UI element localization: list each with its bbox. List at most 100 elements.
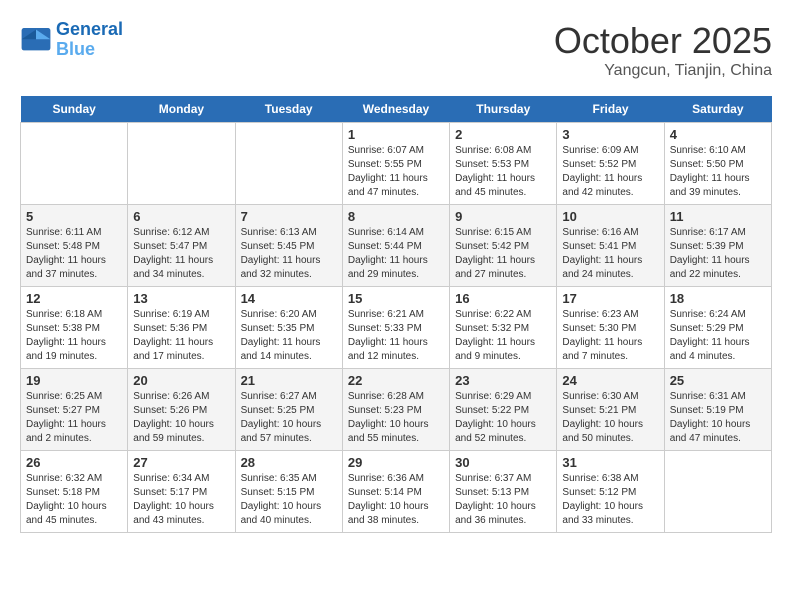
logo-text: General Blue [56, 20, 123, 60]
cell-info: Sunrise: 6:24 AMSunset: 5:29 PMDaylight:… [670, 308, 766, 364]
calendar-cell: 27 Sunrise: 6:34 AMSunset: 5:17 PMDayligh… [128, 451, 235, 533]
week-row-2: 5Sunrise: 6:11 AMSunset: 5:48 PMDaylight… [21, 205, 772, 287]
cell-info: Sunrise: 6:37 AMSunset: 5:13 PMDaylight:… [455, 472, 551, 528]
day-header-row: SundayMondayTuesdayWednesdayThursdayFrid… [21, 96, 772, 123]
cell-info: Sunrise: 6:20 AMSunset: 5:35 PMDaylight:… [241, 308, 337, 364]
date-number: 8 [348, 209, 444, 224]
cell-info: Sunrise: 6:08 AMSunset: 5:53 PMDaylight:… [455, 144, 551, 200]
calendar-cell: 12Sunrise: 6:18 AMSunset: 5:38 PMDayligh… [21, 287, 128, 369]
cell-info: Sunrise: 6:18 AMSunset: 5:38 PMDaylight:… [26, 308, 122, 364]
calendar-cell: 31 Sunrise: 6:38 AMSunset: 5:12 PMDayligh… [557, 451, 664, 533]
calendar-cell [235, 123, 342, 205]
calendar-cell: 22 Sunrise: 6:28 AMSunset: 5:23 PMDayligh… [342, 369, 449, 451]
cell-info: Sunrise: 6:07 AMSunset: 5:55 PMDaylight:… [348, 144, 444, 200]
calendar-cell: 7Sunrise: 6:13 AMSunset: 5:45 PMDaylight… [235, 205, 342, 287]
week-row-5: 26 Sunrise: 6:32 AMSunset: 5:18 PMDayligh… [21, 451, 772, 533]
calendar-cell: 14Sunrise: 6:20 AMSunset: 5:35 PMDayligh… [235, 287, 342, 369]
cell-info: Sunrise: 6:34 AMSunset: 5:17 PMDaylight:… [133, 472, 229, 528]
cell-info: Sunrise: 6:29 AMSunset: 5:22 PMDaylight:… [455, 390, 551, 446]
cell-info: Sunrise: 6:22 AMSunset: 5:32 PMDaylight:… [455, 308, 551, 364]
calendar-cell: 10 Sunrise: 6:16 AMSunset: 5:41 PMDayligh… [557, 205, 664, 287]
calendar-cell: 30 Sunrise: 6:37 AMSunset: 5:13 PMDayligh… [450, 451, 557, 533]
date-number: 22 [348, 373, 444, 388]
cell-info: Sunrise: 6:16 AMSunset: 5:41 PMDaylight:… [562, 226, 658, 282]
calendar-cell: 8 Sunrise: 6:14 AMSunset: 5:44 PMDaylight… [342, 205, 449, 287]
logo-icon [20, 26, 52, 54]
date-number: 25 [670, 373, 766, 388]
calendar-cell: 3 Sunrise: 6:09 AMSunset: 5:52 PMDaylight… [557, 123, 664, 205]
calendar-cell: 13 Sunrise: 6:19 AMSunset: 5:36 PMDayligh… [128, 287, 235, 369]
date-number: 31 [562, 455, 658, 470]
page-header: General Blue October 2025 Yangcun, Tianj… [20, 20, 772, 80]
calendar-cell: 2 Sunrise: 6:08 AMSunset: 5:53 PMDaylight… [450, 123, 557, 205]
calendar-cell [21, 123, 128, 205]
date-number: 23 [455, 373, 551, 388]
calendar-cell: 24 Sunrise: 6:30 AMSunset: 5:21 PMDayligh… [557, 369, 664, 451]
title-block: October 2025 Yangcun, Tianjin, China [554, 20, 772, 80]
day-header-sunday: Sunday [21, 96, 128, 123]
date-number: 28 [241, 455, 337, 470]
date-number: 5 [26, 209, 122, 224]
calendar-table: SundayMondayTuesdayWednesdayThursdayFrid… [20, 96, 772, 533]
date-number: 2 [455, 127, 551, 142]
day-header-wednesday: Wednesday [342, 96, 449, 123]
calendar-cell: 20Sunrise: 6:26 AMSunset: 5:26 PMDayligh… [128, 369, 235, 451]
cell-info: Sunrise: 6:15 AMSunset: 5:42 PMDaylight:… [455, 226, 551, 282]
date-number: 26 [26, 455, 122, 470]
cell-info: Sunrise: 6:38 AMSunset: 5:12 PMDaylight:… [562, 472, 658, 528]
location: Yangcun, Tianjin, China [554, 62, 772, 80]
date-number: 7 [241, 209, 337, 224]
date-number: 13 [133, 291, 229, 306]
calendar-cell: 26 Sunrise: 6:32 AMSunset: 5:18 PMDayligh… [21, 451, 128, 533]
cell-info: Sunrise: 6:10 AMSunset: 5:50 PMDaylight:… [670, 144, 766, 200]
cell-info: Sunrise: 6:09 AMSunset: 5:52 PMDaylight:… [562, 144, 658, 200]
calendar-cell: 5Sunrise: 6:11 AMSunset: 5:48 PMDaylight… [21, 205, 128, 287]
calendar-cell [664, 451, 771, 533]
date-number: 17 [562, 291, 658, 306]
cell-info: Sunrise: 6:12 AMSunset: 5:47 PMDaylight:… [133, 226, 229, 282]
calendar-cell: 29 Sunrise: 6:36 AMSunset: 5:14 PMDayligh… [342, 451, 449, 533]
calendar-cell: 15 Sunrise: 6:21 AMSunset: 5:33 PMDayligh… [342, 287, 449, 369]
cell-info: Sunrise: 6:28 AMSunset: 5:23 PMDaylight:… [348, 390, 444, 446]
calendar-cell: 18 Sunrise: 6:24 AMSunset: 5:29 PMDayligh… [664, 287, 771, 369]
cell-info: Sunrise: 6:27 AMSunset: 5:25 PMDaylight:… [241, 390, 337, 446]
calendar-cell: 11 Sunrise: 6:17 AMSunset: 5:39 PMDayligh… [664, 205, 771, 287]
calendar-cell: 19Sunrise: 6:25 AMSunset: 5:27 PMDayligh… [21, 369, 128, 451]
date-number: 15 [348, 291, 444, 306]
date-number: 11 [670, 209, 766, 224]
date-number: 20 [133, 373, 229, 388]
date-number: 18 [670, 291, 766, 306]
day-header-friday: Friday [557, 96, 664, 123]
logo: General Blue [20, 20, 123, 60]
date-number: 27 [133, 455, 229, 470]
calendar-cell: 17Sunrise: 6:23 AMSunset: 5:30 PMDayligh… [557, 287, 664, 369]
calendar-cell: 21 Sunrise: 6:27 AMSunset: 5:25 PMDayligh… [235, 369, 342, 451]
date-number: 24 [562, 373, 658, 388]
cell-info: Sunrise: 6:36 AMSunset: 5:14 PMDaylight:… [348, 472, 444, 528]
calendar-cell [128, 123, 235, 205]
calendar-cell: 23 Sunrise: 6:29 AMSunset: 5:22 PMDayligh… [450, 369, 557, 451]
date-number: 16 [455, 291, 551, 306]
cell-info: Sunrise: 6:35 AMSunset: 5:15 PMDaylight:… [241, 472, 337, 528]
day-header-saturday: Saturday [664, 96, 771, 123]
date-number: 21 [241, 373, 337, 388]
cell-info: Sunrise: 6:19 AMSunset: 5:36 PMDaylight:… [133, 308, 229, 364]
week-row-1: 1 Sunrise: 6:07 AMSunset: 5:55 PMDaylight… [21, 123, 772, 205]
date-number: 1 [348, 127, 444, 142]
day-header-thursday: Thursday [450, 96, 557, 123]
date-number: 4 [670, 127, 766, 142]
day-header-monday: Monday [128, 96, 235, 123]
cell-info: Sunrise: 6:21 AMSunset: 5:33 PMDaylight:… [348, 308, 444, 364]
calendar-cell: 16 Sunrise: 6:22 AMSunset: 5:32 PMDayligh… [450, 287, 557, 369]
cell-info: Sunrise: 6:14 AMSunset: 5:44 PMDaylight:… [348, 226, 444, 282]
cell-info: Sunrise: 6:17 AMSunset: 5:39 PMDaylight:… [670, 226, 766, 282]
cell-info: Sunrise: 6:32 AMSunset: 5:18 PMDaylight:… [26, 472, 122, 528]
date-number: 30 [455, 455, 551, 470]
week-row-3: 12Sunrise: 6:18 AMSunset: 5:38 PMDayligh… [21, 287, 772, 369]
date-number: 10 [562, 209, 658, 224]
calendar-cell: 1 Sunrise: 6:07 AMSunset: 5:55 PMDaylight… [342, 123, 449, 205]
date-number: 3 [562, 127, 658, 142]
date-number: 29 [348, 455, 444, 470]
cell-info: Sunrise: 6:30 AMSunset: 5:21 PMDaylight:… [562, 390, 658, 446]
calendar-cell: 6Sunrise: 6:12 AMSunset: 5:47 PMDaylight… [128, 205, 235, 287]
